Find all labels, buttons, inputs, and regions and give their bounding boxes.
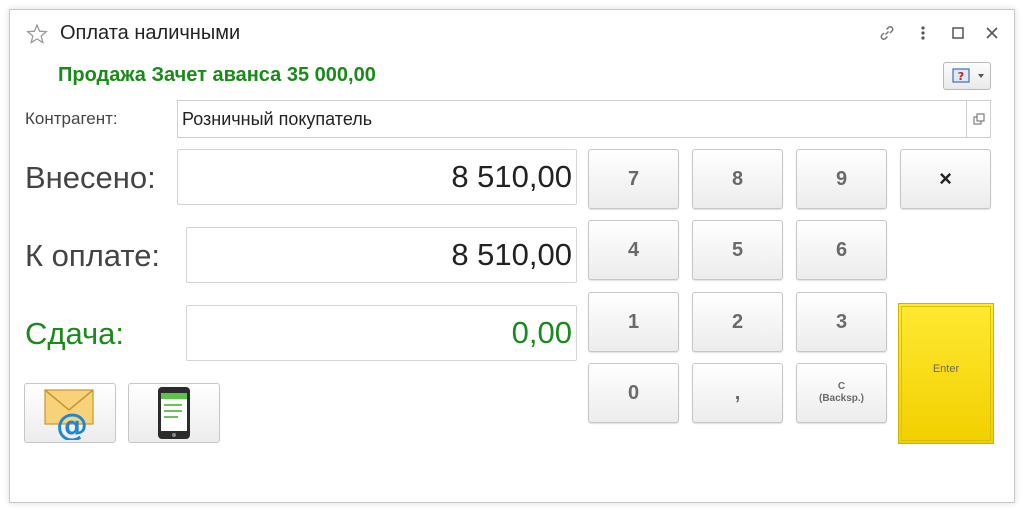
- help-icon: ?: [952, 68, 984, 83]
- link-icon[interactable]: [876, 22, 898, 44]
- backspace-button[interactable]: C (Backsp.): [796, 363, 887, 423]
- email-icon: @: [44, 389, 94, 440]
- backspace-label-line2: (Backsp.): [818, 393, 864, 404]
- contractor-field[interactable]: Розничный покупатель: [177, 100, 967, 138]
- mobile-receipt-icon: [158, 387, 190, 439]
- enter-label: Enter: [932, 362, 960, 375]
- key-0[interactable]: 0: [588, 363, 679, 423]
- help-button[interactable]: ?: [943, 62, 991, 90]
- send-email-button[interactable]: @: [24, 383, 116, 443]
- open-form-icon: [973, 113, 984, 125]
- key-9[interactable]: 9: [796, 149, 887, 209]
- close-icon[interactable]: [981, 22, 1003, 44]
- enter-button[interactable]: Enter: [898, 303, 994, 444]
- title-bar: Оплата наличными: [10, 10, 1014, 56]
- document-subtitle: Продажа Зачет аванса 35 000,00: [58, 64, 376, 86]
- change-label: Сдача:: [25, 316, 125, 351]
- key-1[interactable]: 1: [588, 292, 679, 352]
- star-icon[interactable]: [26, 23, 48, 45]
- svg-text:@: @: [56, 406, 88, 440]
- change-amount-field: 0,00: [186, 305, 577, 361]
- payment-window: Оплата наличными Продажа Зачет аванса 35…: [9, 9, 1015, 503]
- send-sms-button[interactable]: [128, 383, 220, 443]
- svg-text:?: ?: [958, 70, 964, 83]
- clear-button[interactable]: ×: [900, 149, 991, 209]
- due-amount-field: 8 510,00: [186, 227, 577, 283]
- key-3[interactable]: 3: [796, 292, 887, 352]
- key-5[interactable]: 5: [692, 220, 783, 280]
- key-2[interactable]: 2: [692, 292, 783, 352]
- more-vertical-icon[interactable]: [912, 22, 934, 44]
- paid-label: Внесено:: [25, 160, 156, 195]
- key-comma[interactable]: ,: [692, 363, 783, 423]
- key-8[interactable]: 8: [692, 149, 783, 209]
- key-4[interactable]: 4: [588, 220, 679, 280]
- open-contractor-button[interactable]: [967, 100, 991, 138]
- due-label: К оплате:: [25, 238, 161, 273]
- backspace-label-line1: C: [837, 381, 846, 392]
- contractor-label: Контрагент:: [25, 109, 118, 128]
- paid-amount-field[interactable]: 8 510,00: [177, 149, 577, 205]
- key-7[interactable]: 7: [588, 149, 679, 209]
- key-6[interactable]: 6: [796, 220, 887, 280]
- maximize-icon[interactable]: [947, 22, 969, 44]
- window-title: Оплата наличными: [60, 22, 241, 44]
